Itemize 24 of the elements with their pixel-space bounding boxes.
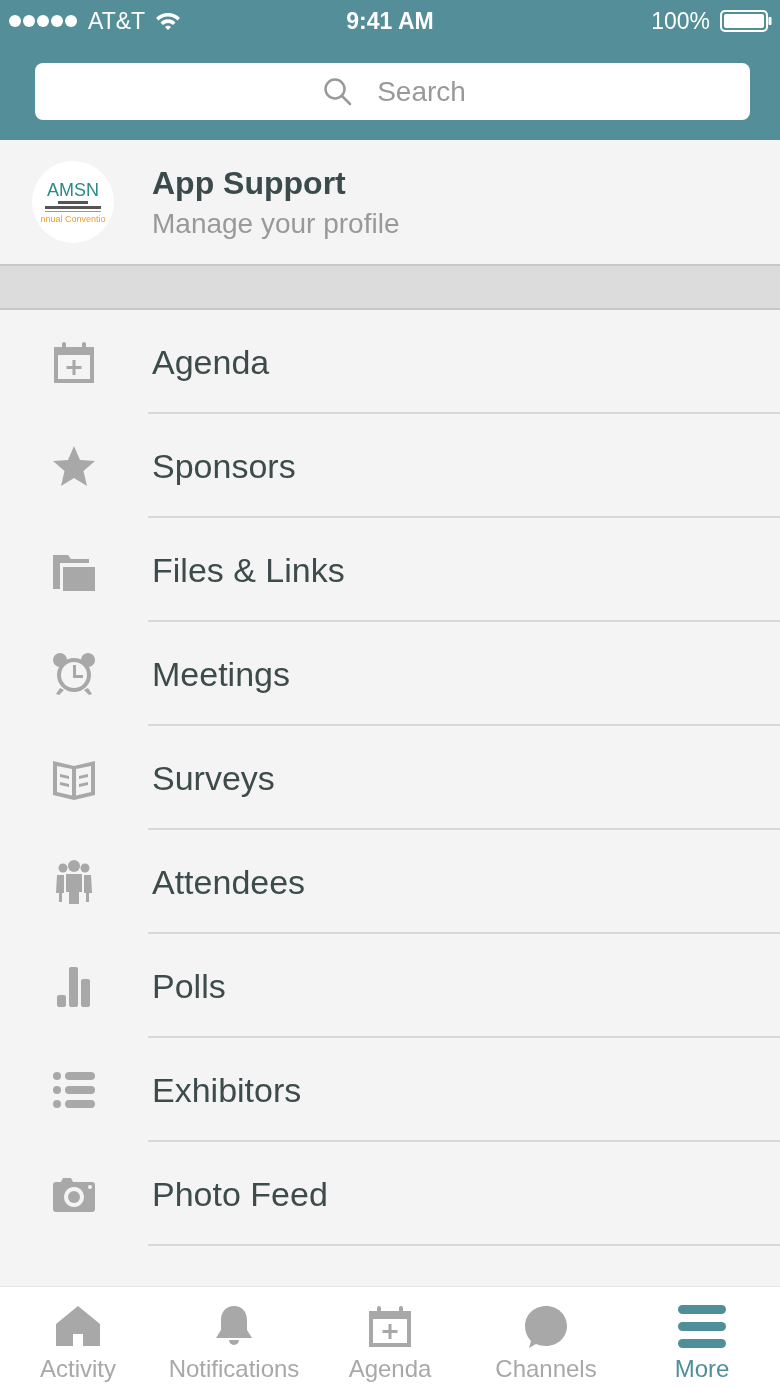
- clock-time: 9:41 AM: [346, 7, 434, 35]
- menu-item[interactable]: Surveys: [152, 758, 275, 798]
- signal-icon: [8, 14, 78, 28]
- profile-subtitle: Manage your profile: [152, 207, 400, 240]
- menu-item[interactable]: Attendees: [152, 862, 306, 902]
- menu-item[interactable]: Agenda: [152, 342, 270, 382]
- menu-item[interactable]: Exhibitors: [152, 1070, 302, 1110]
- menu-item[interactable]: Files & Links: [152, 550, 345, 590]
- alarm-clock-icon: [50, 651, 97, 697]
- tab-item[interactable]: More: [624, 1287, 780, 1387]
- profile-title[interactable]: App Support: [152, 164, 400, 202]
- search-field[interactable]: Search: [35, 63, 750, 120]
- search-icon: [323, 77, 353, 107]
- menu-icon: [677, 1303, 727, 1349]
- menu-item[interactable]: Photo Feed: [152, 1174, 328, 1214]
- menu-item[interactable]: Meetings: [152, 654, 290, 694]
- menu-item[interactable]: Sponsors: [152, 446, 296, 486]
- logo-drawing: AMSN nnual Conventio: [32, 161, 114, 243]
- wifi-icon: [155, 11, 182, 31]
- battery-percent: 100%: [651, 7, 710, 35]
- carrier-name: AT&T: [88, 7, 146, 35]
- battery-icon: [720, 10, 772, 32]
- home-icon: [53, 1303, 103, 1349]
- menu-item[interactable]: Polls: [152, 966, 226, 1006]
